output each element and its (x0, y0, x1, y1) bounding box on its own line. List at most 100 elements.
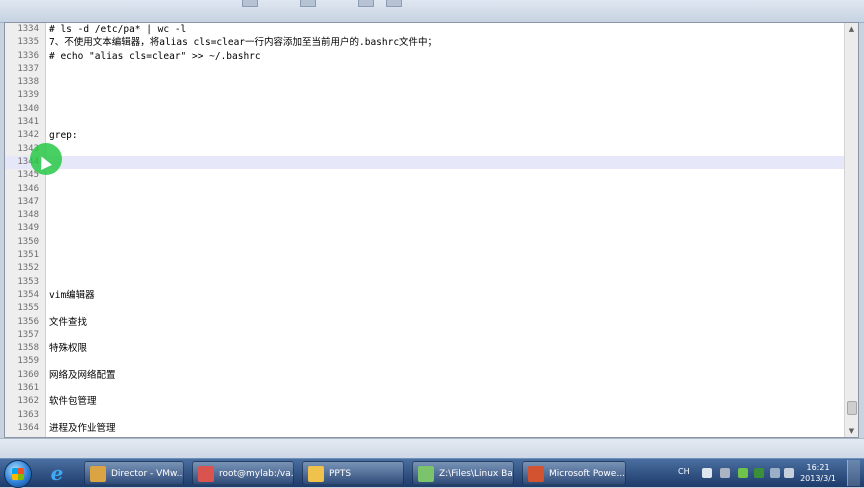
editor-line[interactable]: 1342 grep: (5, 129, 844, 142)
editor-line[interactable]: 1336 # echo "alias cls=clear" >> ~/.bashr… (5, 50, 844, 63)
line-text: vim编辑器 (49, 289, 95, 301)
editor-line[interactable]: 1347 (5, 196, 844, 209)
line-text: 特殊权限 (49, 343, 88, 355)
taskbar: e Director - VMw... root@mylab:/va... PPTS… (0, 458, 864, 488)
clock[interactable]: 16:21 2013/3/1 (800, 462, 836, 484)
editor-line[interactable]: 1339 (5, 89, 844, 102)
taskbar-button[interactable]: root@mylab:/va... (192, 461, 294, 485)
line-number: 1351 (17, 250, 39, 261)
scrollbar-thumb[interactable] (847, 401, 857, 415)
taskbar-button-label: root@mylab:/va... (219, 469, 294, 479)
editor-line[interactable]: 1338 (5, 76, 844, 89)
line-number: 1357 (17, 329, 39, 340)
scroll-up-arrow[interactable]: ▲ (845, 23, 858, 35)
editor-line[interactable]: 1335 7、不使用文本编辑器，将alias cls=clear一行内容添加至当前… (5, 36, 844, 49)
editor-line[interactable]: 1361 (5, 382, 844, 395)
start-button[interactable] (4, 460, 32, 488)
vmware-tray-icon[interactable] (754, 468, 764, 478)
line-number: 1352 (17, 263, 39, 274)
toolbar-button[interactable] (386, 0, 402, 7)
editor-line[interactable]: 1343 (5, 143, 844, 156)
show-desktop-button[interactable] (847, 460, 860, 486)
editor-lines: 1334 # ls -d /etc/pa* | wc -l 1335 7、不使用文本编… (5, 23, 844, 435)
scroll-down-arrow[interactable]: ▼ (845, 425, 858, 437)
line-text: # echo "alias cls=clear" >> ~/.bashrc (49, 50, 261, 62)
line-text: 软件包管理 (49, 396, 97, 408)
editor-line[interactable]: 1356 文件查找 (5, 316, 844, 329)
editor-line[interactable]: 1346 (5, 183, 844, 196)
line-number: 1358 (17, 343, 39, 354)
volume-icon[interactable] (784, 468, 794, 478)
line-number: 1346 (17, 183, 39, 194)
editor-line[interactable]: 1359 (5, 355, 844, 368)
line-number: 1335 (17, 37, 39, 48)
editor-line[interactable]: 1334 # ls -d /etc/pa* | wc -l (5, 23, 844, 36)
line-number: 1362 (17, 396, 39, 407)
taskbar-button-label: Director - VMw... (111, 469, 184, 479)
line-text: 网络及网络配置 (49, 369, 116, 381)
editor-line[interactable]: 1351 (5, 249, 844, 262)
line-number: 1364 (17, 422, 39, 433)
toolbar-button[interactable] (358, 0, 374, 7)
taskbar-button[interactable]: Microsoft Powe... (522, 461, 626, 485)
text-editor[interactable]: 1334 # ls -d /etc/pa* | wc -l 1335 7、不使用文本编… (4, 22, 859, 438)
tray-arrow-icon[interactable] (720, 468, 730, 478)
editor-line[interactable]: 1352 (5, 262, 844, 275)
line-number: 1340 (17, 103, 39, 114)
editor-line[interactable]: 1340 (5, 103, 844, 116)
editor-line[interactable]: 1358 特殊权限 (5, 342, 844, 355)
line-number: 1363 (17, 409, 39, 420)
editor-line[interactable]: 1353 (5, 276, 844, 289)
editor-line[interactable]: 1348 (5, 209, 844, 222)
line-number: 1334 (17, 24, 39, 34)
editor-line[interactable]: 1362 软件包管理 (5, 395, 844, 408)
editor-line[interactable]: 1357 (5, 329, 844, 342)
line-number: 1339 (17, 90, 39, 101)
editor-line[interactable]: 1350 (5, 236, 844, 249)
security-icon[interactable] (738, 468, 748, 478)
terminal-icon (198, 466, 214, 482)
editor-status-strip (0, 438, 864, 459)
taskbar-button-label: Microsoft Powe... (549, 469, 625, 479)
line-number: 1348 (17, 210, 39, 221)
vertical-scrollbar[interactable]: ▲ ▼ (844, 23, 858, 437)
line-number: 1356 (17, 316, 39, 327)
internet-explorer-icon[interactable]: e (42, 461, 72, 485)
toolbar-button[interactable] (242, 0, 258, 7)
line-number: 1336 (17, 50, 39, 61)
help-icon[interactable] (702, 468, 712, 478)
line-text: 文件查找 (49, 316, 88, 328)
editor-line[interactable]: 1355 (5, 302, 844, 315)
line-number: 1350 (17, 236, 39, 247)
taskbar-button-label: PPTS (329, 469, 352, 479)
editor-line[interactable]: 1337 (5, 63, 844, 76)
language-indicator[interactable]: CH (678, 467, 690, 476)
line-number: 1337 (17, 63, 39, 74)
line-number: 1359 (17, 356, 39, 367)
window-top-strip (0, 0, 864, 23)
network-icon[interactable] (770, 468, 780, 478)
editor-line[interactable]: 1360 网络及网络配置 (5, 369, 844, 382)
clock-date: 2013/3/1 (800, 474, 836, 483)
editor-line[interactable]: 1341 (5, 116, 844, 129)
line-number: 1349 (17, 223, 39, 234)
taskbar-button[interactable]: PPTS (302, 461, 404, 485)
vmware-icon (90, 466, 106, 482)
clock-time: 16:21 (806, 463, 830, 472)
line-number: 1347 (17, 196, 39, 207)
toolbar-button[interactable] (300, 0, 316, 7)
current-line[interactable]: 1344 (5, 155, 844, 170)
editor-line[interactable]: 1354 vim编辑器 (5, 289, 844, 302)
taskbar-button[interactable]: Director - VMw... (84, 461, 184, 485)
line-text: grep: (49, 130, 78, 142)
line-number: 1353 (17, 276, 39, 287)
editor-line[interactable]: 1349 (5, 222, 844, 235)
editor-line[interactable]: 1364 进程及作业管理 (5, 422, 844, 435)
editor-line[interactable]: 1345 (5, 169, 844, 182)
line-text: # ls -d /etc/pa* | wc -l (49, 24, 187, 35)
editor-line[interactable]: 1363 (5, 409, 844, 422)
powerpoint-icon (528, 466, 544, 482)
line-text: 进程及作业管理 (49, 422, 116, 434)
taskbar-button[interactable]: Z:\Files\Linux Ba... (412, 461, 514, 485)
line-number: 1341 (17, 117, 39, 128)
